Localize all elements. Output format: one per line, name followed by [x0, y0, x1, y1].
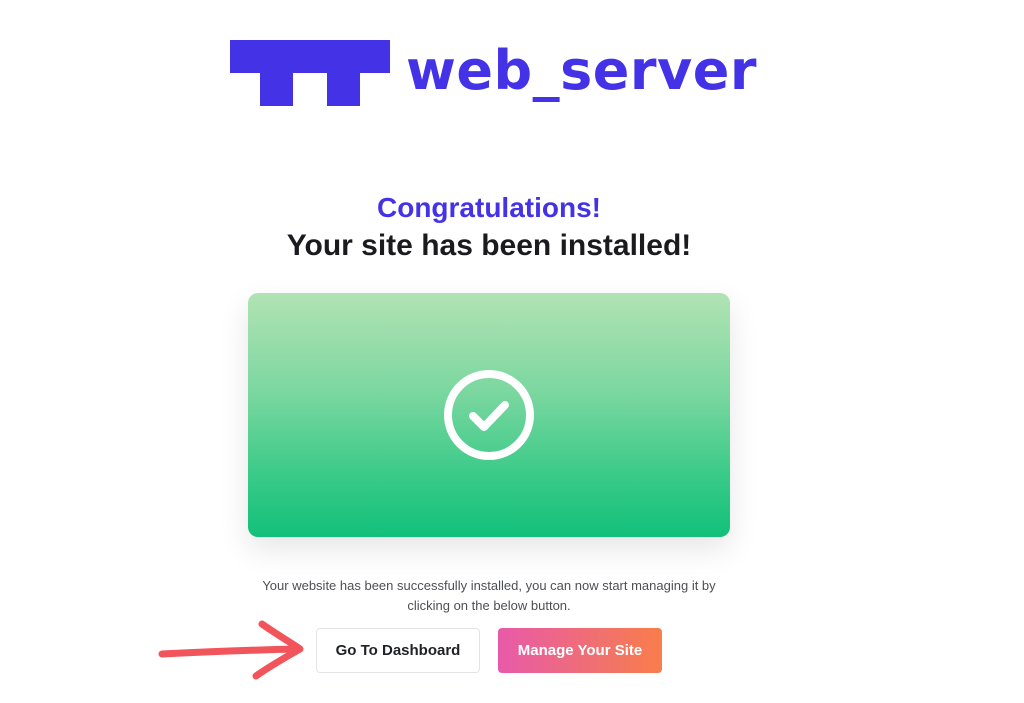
brand-logo: web_server [230, 40, 757, 106]
brand-name: web_server [406, 39, 758, 102]
brand-logo-icon [230, 40, 390, 106]
go-to-dashboard-label: Go To Dashboard [335, 642, 461, 659]
congratulations-heading: Congratulations! [377, 192, 601, 223]
arrow-right-icon [158, 620, 304, 680]
manage-your-site-label: Manage Your Site [517, 642, 643, 659]
manage-your-site-button[interactable]: Manage Your Site [498, 628, 662, 673]
success-message: Your website has been successfully insta… [262, 578, 716, 613]
installation-complete-page: web_server Congratulations! Your site ha… [0, 0, 1024, 703]
go-to-dashboard-button[interactable]: Go To Dashboard [316, 628, 480, 673]
check-circle-icon [444, 370, 534, 460]
success-banner [248, 293, 730, 537]
page-title: Your site has been installed! [286, 229, 692, 262]
